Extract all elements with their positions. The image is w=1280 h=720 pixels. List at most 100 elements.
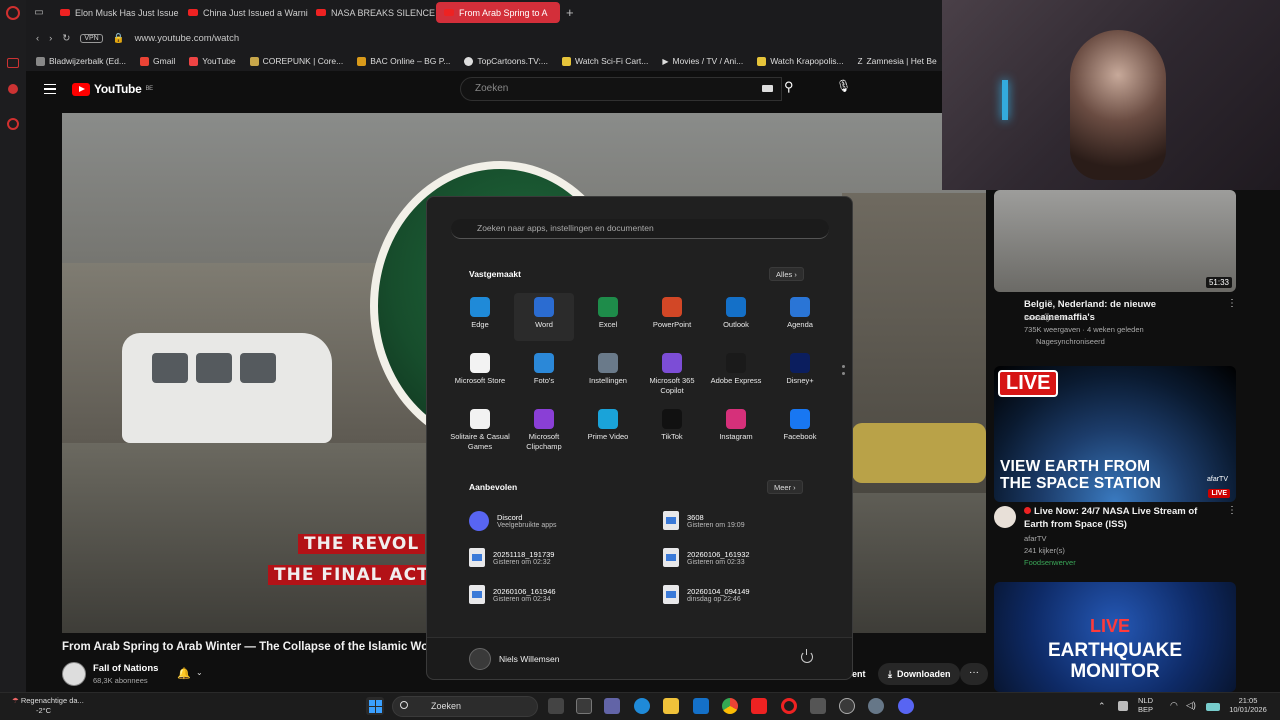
pinned-app-tiktok[interactable]: TikTok bbox=[642, 409, 702, 442]
kebab-menu-icon[interactable]: ⋮ bbox=[1227, 298, 1237, 309]
all-apps-button[interactable]: Alles › bbox=[769, 267, 804, 281]
windows-start-button[interactable] bbox=[366, 697, 384, 715]
tab[interactable]: Elon Musk Has Just Issue bbox=[52, 2, 180, 23]
recommendation-thumbnail[interactable]: LIVE VIEW EARTH FROM THE SPACE STATION a… bbox=[994, 366, 1236, 502]
channel-avatar[interactable] bbox=[62, 662, 86, 686]
bookmark-item[interactable]: Watch Krapopolis... bbox=[757, 56, 844, 66]
recommended-item[interactable]: Discord Veelgebruikte apps bbox=[469, 511, 557, 531]
chrome-icon[interactable] bbox=[722, 698, 738, 714]
chevron-down-icon[interactable]: ⌄ bbox=[196, 668, 203, 677]
pinned-app-facebook[interactable]: Facebook bbox=[770, 409, 830, 442]
recommendation-channel[interactable]: afarTV bbox=[1024, 534, 1047, 543]
taskbar-search[interactable]: Zoeken bbox=[392, 696, 538, 717]
tab[interactable]: China Just Issued a Warni bbox=[180, 2, 308, 23]
opera-sidebar-icon[interactable] bbox=[8, 84, 18, 94]
tab[interactable]: NASA BREAKS SILENCE o bbox=[308, 2, 436, 23]
edge-icon[interactable] bbox=[634, 698, 650, 714]
microphone-icon[interactable]: 🎙 bbox=[836, 79, 851, 93]
bookmark-item[interactable]: YouTube bbox=[189, 56, 236, 66]
bookmark-icon[interactable] bbox=[7, 58, 19, 68]
pinned-app-outlook[interactable]: Outlook bbox=[706, 297, 766, 330]
weather-widget[interactable]: ☂ Regenachtige da... -2°C bbox=[12, 696, 84, 716]
recommendation-title[interactable]: Live Now: 24/7 NASA Live Stream of Earth… bbox=[1024, 505, 1224, 531]
start-search-input[interactable]: Zoeken naar apps, instellingen en docume… bbox=[451, 219, 829, 239]
forward-icon[interactable]: › bbox=[49, 33, 52, 44]
bookmark-item[interactable]: ▶ Movies / TV / Ani... bbox=[662, 56, 743, 66]
pinned-app-word[interactable]: Word bbox=[514, 293, 574, 341]
opera-icon[interactable] bbox=[781, 698, 797, 714]
pinned-app-instagram[interactable]: Instagram bbox=[706, 409, 766, 442]
pinned-app-store[interactable]: Microsoft Store bbox=[450, 353, 510, 386]
chevron-up-icon[interactable]: ⌃ bbox=[1098, 702, 1106, 711]
search-icon[interactable]: ⚲ bbox=[784, 79, 794, 95]
recommendation-thumbnail[interactable]: 51:33 bbox=[994, 190, 1236, 292]
power-icon[interactable] bbox=[801, 649, 813, 663]
history-icon[interactable] bbox=[7, 118, 19, 130]
bookmark-item[interactable]: BAC Online – BG P... bbox=[357, 56, 450, 66]
channel-name[interactable]: Fall of Nations bbox=[93, 663, 158, 674]
recommended-item[interactable]: 20260106_161932 Gisteren om 02:33 bbox=[663, 548, 750, 567]
file-explorer-icon[interactable] bbox=[663, 698, 679, 714]
bookmark-item[interactable]: Watch Sci-Fi Cart... bbox=[561, 56, 648, 66]
recommended-item[interactable]: 3608 Gisteren om 19:09 bbox=[663, 511, 745, 530]
reload-icon[interactable]: ↻ bbox=[62, 33, 70, 44]
teams-icon[interactable] bbox=[604, 698, 620, 714]
bookmark-item[interactable]: Gmail bbox=[140, 56, 175, 66]
recommendation-thumbnail[interactable]: LIVE EARTHQUAKE MONITOR bbox=[994, 582, 1236, 692]
channel-avatar[interactable] bbox=[994, 506, 1016, 528]
tray-app-icon[interactable] bbox=[1118, 701, 1128, 711]
pinned-app-photos[interactable]: Foto's bbox=[514, 353, 574, 386]
more-actions-button[interactable]: ··· bbox=[960, 663, 988, 685]
menu-icon[interactable] bbox=[44, 84, 56, 94]
back-icon[interactable]: ‹ bbox=[36, 33, 39, 44]
search-input[interactable]: Zoeken bbox=[460, 77, 782, 101]
pinned-app-clipchamp[interactable]: Microsoft Clipchamp bbox=[514, 409, 574, 452]
wifi-icon[interactable]: ◠ bbox=[1170, 701, 1178, 710]
recommended-item[interactable]: 20251118_191739 Gisteren om 02:32 bbox=[469, 548, 554, 567]
pinned-app-calendar[interactable]: Agenda bbox=[770, 297, 830, 330]
pinned-app-edge[interactable]: Edge bbox=[450, 297, 510, 330]
bookmark-item[interactable]: TopCartoons.TV:... bbox=[464, 56, 548, 66]
user-avatar[interactable] bbox=[469, 648, 491, 670]
volume-icon[interactable]: ◁) bbox=[1186, 701, 1196, 710]
recommended-item[interactable]: 20260106_161946 Gisteren om 02:34 bbox=[469, 585, 556, 604]
task-view-icon[interactable] bbox=[548, 698, 564, 714]
pinned-app-settings[interactable]: Instellingen bbox=[578, 353, 638, 386]
bookmark-item[interactable]: Z Zamnesia | Het Be bbox=[858, 56, 937, 66]
page-indicator[interactable] bbox=[842, 365, 845, 385]
calculator-icon[interactable] bbox=[810, 698, 826, 714]
pinned-app-solitaire[interactable]: Solitaire & Casual Games bbox=[450, 409, 510, 452]
youtube-logo[interactable]: YouTube BE bbox=[72, 82, 153, 96]
bookmark-item[interactable]: COREPUNK | Core... bbox=[249, 56, 343, 66]
new-tab-button[interactable]: + bbox=[560, 5, 580, 20]
language-indicator[interactable]: NLD BEP bbox=[1138, 696, 1153, 714]
app-icon[interactable] bbox=[839, 698, 855, 714]
user-name[interactable]: Niels Willemsen bbox=[499, 654, 559, 664]
outlook-icon[interactable] bbox=[693, 698, 709, 714]
discord-icon[interactable] bbox=[898, 698, 914, 714]
pinned-app-disney[interactable]: Disney+ bbox=[770, 353, 830, 386]
more-button[interactable]: Meer › bbox=[767, 480, 803, 494]
download-button[interactable]: ⤓ Downloaden bbox=[878, 663, 961, 685]
recommendation-channel[interactable]: Investigation bbox=[1024, 313, 1066, 322]
pinned-app-prime-video[interactable]: Prime Video bbox=[578, 409, 638, 442]
settings-icon[interactable] bbox=[868, 698, 884, 714]
pinned-app-powerpoint[interactable]: PowerPoint bbox=[642, 297, 702, 330]
keyboard-icon[interactable] bbox=[762, 85, 773, 92]
recommended-item[interactable]: 20260104_094149 dinsdag op 22:46 bbox=[663, 585, 750, 604]
pinned-app-excel[interactable]: Excel bbox=[578, 297, 638, 330]
tab-active[interactable]: From Arab Spring to A bbox=[436, 2, 560, 23]
youtube-icon[interactable] bbox=[751, 698, 767, 714]
bell-icon[interactable]: 🔔 bbox=[177, 667, 191, 680]
widgets-icon[interactable] bbox=[576, 698, 592, 714]
pinned-app-copilot[interactable]: Microsoft 365 Copilot bbox=[642, 353, 702, 396]
battery-icon[interactable] bbox=[1206, 703, 1220, 711]
action-button-partial[interactable]: ent bbox=[852, 669, 866, 679]
kebab-menu-icon[interactable]: ⋮ bbox=[1227, 505, 1237, 516]
opera-logo-icon[interactable] bbox=[6, 6, 20, 20]
bookmark-item[interactable]: Bladwijzerbalk (Ed... bbox=[36, 56, 126, 66]
vpn-badge[interactable]: VPN bbox=[80, 33, 103, 43]
clock[interactable]: 21:05 10/01/2026 bbox=[1222, 696, 1274, 714]
url-field[interactable]: www.youtube.com/watch bbox=[135, 33, 240, 44]
tab-menu-icon[interactable]: ▭ bbox=[26, 7, 52, 18]
